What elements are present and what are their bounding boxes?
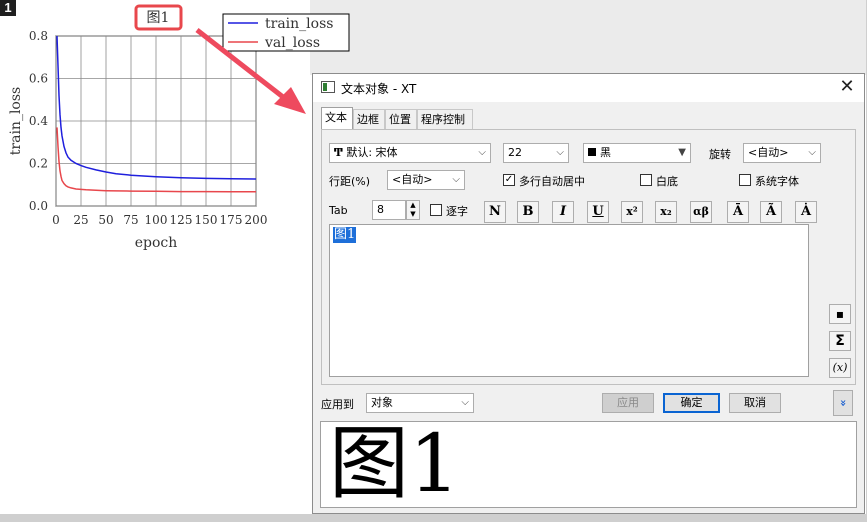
x-tick-label: 75: [123, 213, 138, 227]
line-spacing-value: <自动>: [392, 173, 433, 186]
greek-button[interactable]: αβ: [690, 201, 712, 223]
loss-chart[interactable]: 0.0 0.2 0.4 0.6 0.8 0 25 50 75 100 125 150 175 200 图…: [0, 0, 360, 260]
window-icon: [321, 81, 335, 93]
x-tick-label: 200: [245, 213, 268, 227]
y-tick-label: 0.8: [29, 29, 48, 43]
bold-button[interactable]: B: [517, 201, 539, 223]
tab-border[interactable]: 边框: [353, 109, 385, 129]
variable-button[interactable]: (x): [829, 358, 851, 378]
y-tick-label: 0.6: [29, 72, 48, 86]
normal-format-button[interactable]: N: [484, 201, 506, 223]
white-bg-checkbox[interactable]: [640, 174, 652, 186]
x-tick-label: 150: [195, 213, 218, 227]
dot-accent-button[interactable]: Ȧ: [795, 201, 817, 223]
tab-text[interactable]: 文本: [321, 107, 353, 130]
tab-program-control[interactable]: 程序控制: [417, 109, 473, 129]
white-bg-label: 白底: [656, 175, 678, 188]
y-axis-ticks: 0.0 0.2 0.4 0.6 0.8: [29, 29, 48, 213]
system-font-checkbox[interactable]: [739, 174, 751, 186]
workspace-background: [310, 0, 867, 75]
multiline-center-checkbox[interactable]: ✓: [503, 174, 515, 186]
legend-train-label: train_loss: [265, 16, 333, 32]
text-edit-area[interactable]: 图1: [329, 224, 809, 377]
cancel-button[interactable]: 取消: [729, 393, 781, 413]
apply-to-label: 应用到: [321, 398, 354, 411]
per-char-checkbox[interactable]: [430, 204, 442, 216]
x-tick-label: 125: [170, 213, 193, 227]
ok-button[interactable]: 确定: [663, 393, 720, 413]
tilde-button[interactable]: Ã: [760, 201, 782, 223]
font-color-value: 黑: [600, 146, 611, 159]
font-size-select[interactable]: 22 ⌵: [503, 143, 569, 163]
text-preview: 图1: [320, 417, 857, 510]
per-char-label: 逐字: [446, 205, 468, 218]
overline-button[interactable]: Ā: [727, 201, 749, 223]
x-tick-label: 0: [52, 213, 60, 227]
font-size-value: 22: [508, 146, 522, 159]
chart-title[interactable]: 图1: [147, 10, 170, 26]
chevron-down-icon: ⌵: [478, 147, 486, 158]
apply-to-value: 对象: [371, 396, 393, 409]
dialog-title: 文本对象 - XT: [341, 82, 417, 96]
rotate-value: <自动>: [748, 146, 789, 159]
system-font-label: 系统字体: [755, 175, 799, 188]
underline-button[interactable]: U: [587, 201, 609, 223]
chevron-down-icon: ⌵: [452, 174, 460, 185]
rotate-label: 旋转: [709, 148, 731, 161]
apply-button[interactable]: 应用: [602, 393, 654, 413]
sigma-button[interactable]: Σ: [829, 331, 851, 351]
y-tick-label: 0.4: [29, 114, 48, 128]
tab-position[interactable]: 位置: [385, 109, 417, 129]
x-tick-label: 175: [220, 213, 243, 227]
x-tick-label: 25: [73, 213, 88, 227]
y-tick-label: 0.2: [29, 157, 48, 171]
tab-size-value: 8: [377, 203, 384, 216]
chart-legend[interactable]: train_loss val_loss: [222, 13, 350, 52]
dialog-titlebar[interactable]: 文本对象 - XT ✕: [313, 74, 864, 102]
dropdown-arrow-icon: ▼: [678, 147, 686, 158]
x-axis-ticks: 0 25 50 75 100 125 150 175 200: [52, 213, 267, 227]
apply-to-select[interactable]: 对象 ⌵: [366, 393, 474, 413]
x-axis-label: epoch: [135, 235, 178, 251]
preview-text: 图1: [329, 417, 460, 510]
tab-size-label: Tab: [329, 204, 348, 217]
y-tick-label: 0.0: [29, 199, 48, 213]
rotate-select[interactable]: <自动> ⌵: [743, 143, 821, 163]
x-tick-label: 100: [145, 213, 168, 227]
x-tick-label: 50: [98, 213, 113, 227]
tab-size-spinner[interactable]: ▲ ▼: [406, 200, 420, 220]
chevron-down-icon: ⌵: [461, 397, 469, 408]
selected-text: 图1: [333, 227, 357, 243]
line-spacing-label: 行距(%): [329, 175, 371, 188]
color-swatch: [588, 148, 596, 156]
chevron-down-icon: ⌵: [808, 147, 816, 158]
superscript-button[interactable]: x²: [621, 201, 643, 223]
multiline-center-label: 多行自动居中: [519, 175, 585, 188]
legend-val-label: val_loss: [264, 35, 320, 51]
workspace-bottom: [0, 514, 867, 522]
subscript-button[interactable]: x₂: [655, 201, 677, 223]
text-object-dialog: 文本对象 - XT ✕ 文本 边框 位置 程序控制 Ͳ 默认: 宋体 ⌵ 22 …: [312, 73, 865, 514]
font-color-select[interactable]: 黑 ▼: [583, 143, 691, 163]
insert-object-button[interactable]: ▪: [829, 304, 851, 324]
font-select[interactable]: Ͳ 默认: 宋体 ⌵: [329, 143, 491, 163]
line-spacing-select[interactable]: <自动> ⌵: [387, 170, 465, 190]
font-select-value: 默认: 宋体: [346, 146, 398, 159]
y-axis-label: train_loss: [8, 87, 24, 155]
italic-button[interactable]: I: [552, 201, 574, 223]
tab-size-input[interactable]: 8: [372, 200, 406, 220]
chevron-down-icon: ⌵: [556, 147, 564, 158]
close-icon[interactable]: ✕: [838, 77, 856, 97]
expand-icon[interactable]: »: [833, 390, 853, 416]
truetype-icon: Ͳ: [334, 146, 343, 159]
